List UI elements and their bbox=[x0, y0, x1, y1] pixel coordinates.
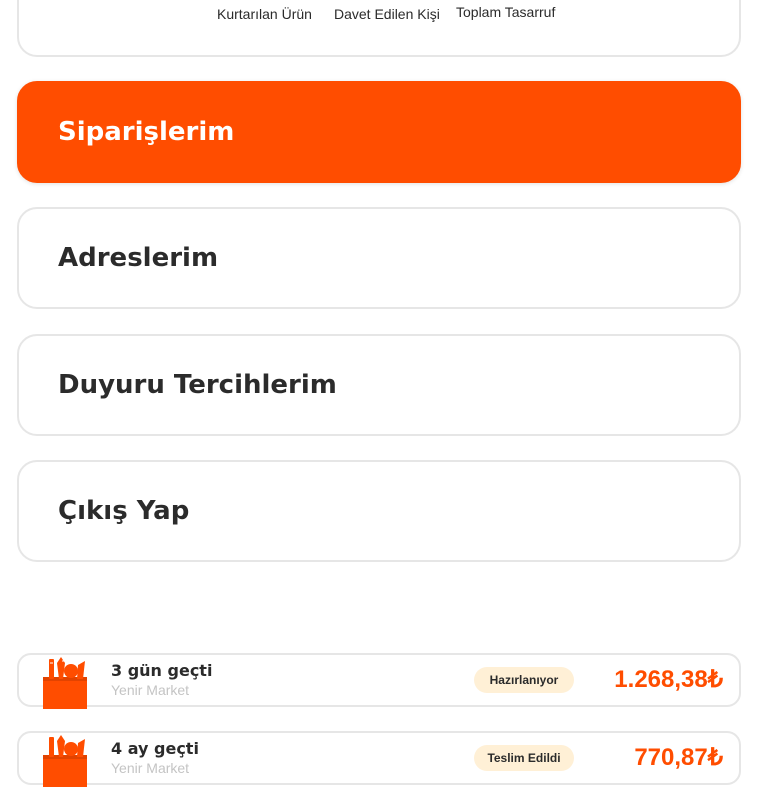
grocery-bag-icon bbox=[43, 657, 87, 709]
stat-label-invited-people: Davet Edilen Kişi bbox=[334, 6, 440, 22]
menu-item-label: Duyuru Tercihlerim bbox=[58, 370, 337, 400]
menu-item-label: Adreslerim bbox=[58, 243, 219, 273]
order-time: 4 ay geçti bbox=[111, 739, 199, 758]
order-store: Yenir Market bbox=[111, 682, 190, 698]
grocery-bag-icon bbox=[43, 735, 87, 787]
menu-item-orders[interactable]: Siparişlerim bbox=[17, 81, 741, 183]
menu-item-logout[interactable]: Çıkış Yap bbox=[17, 460, 741, 562]
status-badge: Hazırlanıyor bbox=[474, 667, 574, 693]
order-card[interactable]: 3 gün geçti Yenir Market Hazırlanıyor 1.… bbox=[17, 653, 741, 709]
stat-label-total-savings: Toplam Tasarruf bbox=[456, 4, 556, 20]
menu-item-addresses[interactable]: Adreslerim bbox=[17, 207, 741, 309]
stat-label-rescued-items: Kurtarılan Ürün bbox=[217, 6, 312, 22]
menu-item-notification-preferences[interactable]: Duyuru Tercihlerim bbox=[17, 334, 741, 436]
menu-item-label: Çıkış Yap bbox=[58, 496, 190, 526]
stats-card: Kurtarılan Ürün Davet Edilen Kişi Toplam… bbox=[17, 0, 741, 57]
order-price: 1.268,38₺ bbox=[614, 666, 723, 693]
order-time: 3 gün geçti bbox=[111, 661, 213, 680]
menu-item-label: Siparişlerim bbox=[58, 117, 235, 147]
order-store: Yenir Market bbox=[111, 760, 190, 776]
order-card[interactable]: 4 ay geçti Yenir Market Teslim Edildi 77… bbox=[17, 731, 741, 787]
status-badge: Teslim Edildi bbox=[474, 745, 574, 771]
